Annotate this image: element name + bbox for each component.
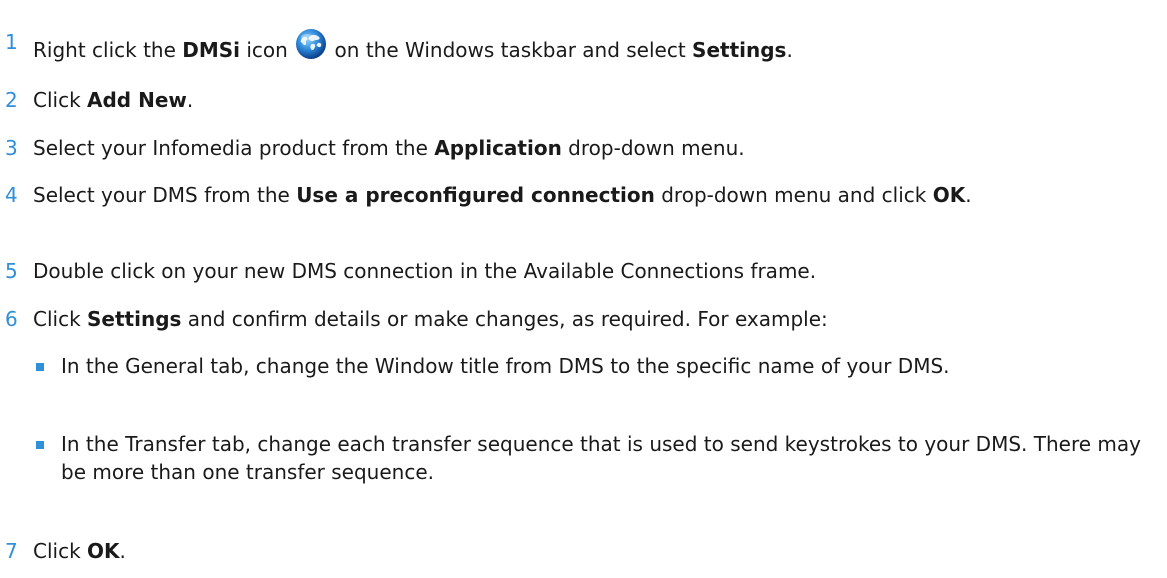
step-number: 5 [5, 259, 18, 283]
step-text-part: . [186, 88, 194, 112]
step-text: Right click the DMSi icon on the Windows… [33, 28, 1159, 64]
dmsi-globe-icon [296, 29, 327, 59]
settings-label: Settings [692, 38, 787, 62]
bullet-square-icon [36, 363, 44, 371]
step-text: Click Settings and confirm details or ma… [33, 305, 1159, 333]
bullet-text: In the Transfer tab, change each transfe… [61, 432, 1141, 484]
step-text-part: Click [33, 539, 88, 563]
step-text: Select your DMS from the Use a preconfig… [33, 181, 1159, 209]
step-text: Click OK. [33, 537, 1159, 565]
step-number: 6 [5, 307, 18, 331]
step-text-part: drop-down menu. [561, 136, 745, 160]
step-text-part: drop-down menu and click [654, 183, 933, 207]
step-number: 4 [5, 183, 18, 207]
step-text-part: Click [33, 88, 88, 112]
step-text-part: . [119, 539, 126, 563]
settings-label: Settings [87, 307, 182, 331]
step-text-part: icon [240, 38, 295, 62]
step-text-part: . [965, 183, 972, 207]
step-text-part: Right click the [33, 38, 183, 62]
step-text-part: Double click on your new DMS connection … [33, 259, 817, 283]
step-text: Click Add New. [33, 86, 1159, 114]
step-text-part: Select your DMS from the [33, 183, 297, 207]
step-text-part: . [786, 38, 793, 62]
add-new-label: Add New [87, 88, 187, 112]
step-text: Select your Infomedia product from the A… [33, 134, 1159, 162]
step-text: Double click on your new DMS connection … [33, 257, 1159, 285]
step-number: 2 [5, 88, 18, 112]
ok-label: OK [932, 183, 966, 207]
preconfigured-connection-label: Use a preconfigured connection [296, 183, 655, 207]
step-text-part: Select your Infomedia product from the [33, 136, 435, 160]
step-number: 3 [5, 136, 18, 160]
ok-label: OK [87, 539, 120, 563]
bullet-square-icon [36, 441, 44, 449]
dmsi-label: DMSi [182, 38, 241, 62]
step-text-part: on the Windows taskbar and select [328, 38, 693, 62]
step-text-part: Click [33, 307, 88, 331]
instruction-list: 1 Right click the DMSi icon on the Windo… [0, 0, 1167, 578]
step-number: 1 [5, 30, 18, 54]
step-number: 7 [5, 539, 18, 563]
application-label: Application [434, 136, 562, 160]
bullet-text: In the General tab, change the Window ti… [61, 354, 950, 378]
step-text-part: and confirm details or make changes, as … [181, 307, 828, 331]
